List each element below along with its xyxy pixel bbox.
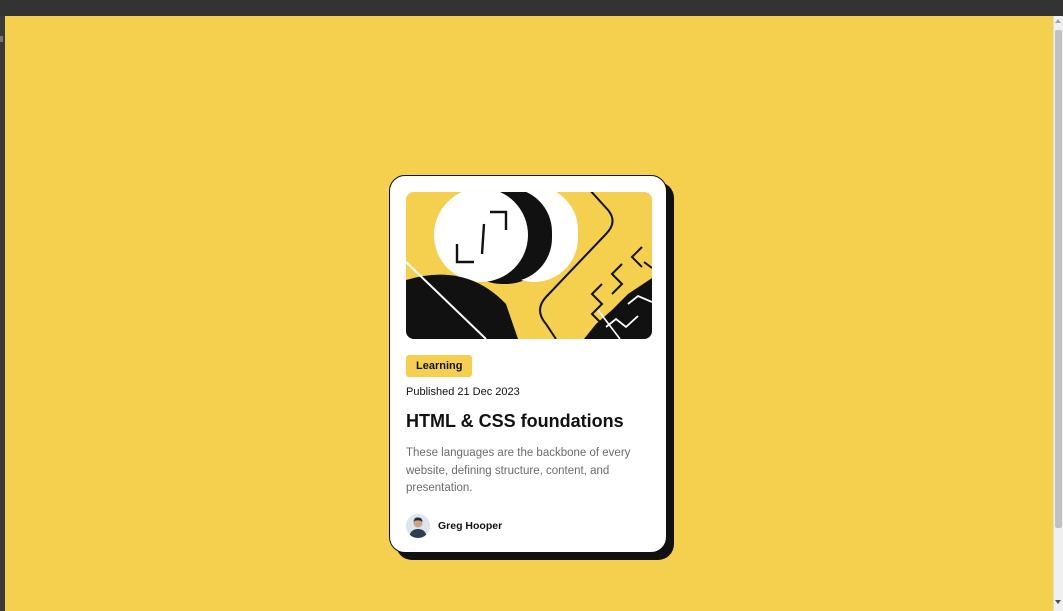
avatar-image — [406, 514, 430, 538]
avatar — [406, 514, 430, 538]
blog-preview-card[interactable]: Learning Published 21 Dec 2023 HTML & CS… — [389, 175, 667, 553]
scrollbar-thumb[interactable] — [1055, 30, 1062, 528]
illustration-graphic — [406, 192, 652, 339]
author-name[interactable]: Greg Hooper — [438, 520, 502, 532]
published-date: Published 21 Dec 2023 — [406, 386, 520, 398]
page-viewport: Learning Published 21 Dec 2023 HTML & CS… — [5, 16, 1053, 611]
scroll-up-icon[interactable] — [1055, 19, 1061, 23]
edge-mark — [0, 36, 3, 42]
card-illustration — [406, 192, 652, 339]
card-description: These languages are the backbone of ever… — [406, 447, 631, 494]
author-info: Greg Hooper — [406, 514, 502, 538]
browser-window: Learning Published 21 Dec 2023 HTML & CS… — [0, 0, 1063, 611]
window-top-bar — [0, 0, 1063, 16]
vertical-scrollbar[interactable] — [1053, 16, 1063, 611]
scroll-down-icon[interactable] — [1055, 600, 1061, 604]
card-title[interactable]: HTML & CSS foundations — [406, 411, 654, 432]
category-tag[interactable]: Learning — [406, 355, 473, 377]
